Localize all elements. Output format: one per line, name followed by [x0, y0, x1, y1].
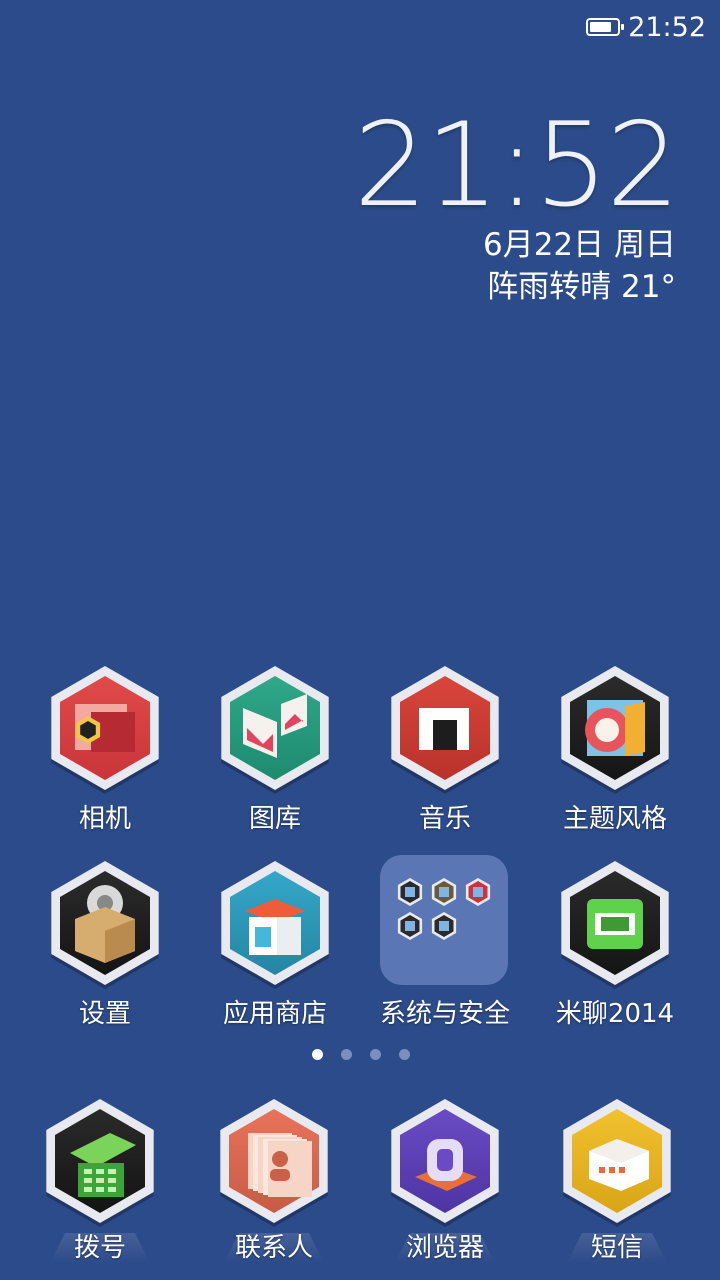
music-icon — [385, 660, 505, 798]
app-music[interactable]: 音乐 — [360, 660, 530, 840]
clock-time: 21:52 — [353, 98, 680, 233]
app-label: 米聊2014 — [555, 999, 675, 1029]
app-label: 拨号 — [73, 1233, 126, 1263]
status-time: 21:52 — [628, 11, 706, 43]
gallery-icon — [215, 660, 335, 798]
folder-mini-app-icon — [431, 878, 457, 906]
folder-icon — [370, 855, 520, 993]
app-store[interactable]: 应用商店 — [190, 855, 360, 1035]
app-gallery[interactable]: 图库 — [190, 660, 360, 840]
page-indicator[interactable] — [0, 1049, 720, 1060]
app-label: 浏览器 — [405, 1233, 484, 1263]
app-camera[interactable]: 相机 — [20, 660, 190, 840]
dock-messages[interactable]: 短信 — [532, 1093, 702, 1280]
browser-icon — [385, 1093, 505, 1231]
contacts-icon — [214, 1093, 334, 1231]
clock-widget[interactable]: 21:52 6月22日 周日 阵雨转晴 21° — [353, 98, 680, 308]
app-label: 应用商店 — [222, 999, 327, 1029]
dock-contacts[interactable]: 联系人 — [189, 1093, 359, 1280]
app-miliao[interactable]: 米聊2014 — [530, 855, 700, 1035]
app-store-icon — [215, 855, 335, 993]
folder-system-security[interactable]: 系统与安全 — [360, 855, 530, 1035]
folder-label: 系统与安全 — [379, 999, 510, 1029]
camera-icon — [45, 660, 165, 798]
settings-icon — [45, 855, 165, 993]
app-label: 主题风格 — [562, 804, 667, 834]
dock-browser[interactable]: 浏览器 — [360, 1093, 530, 1280]
app-label: 短信 — [590, 1233, 643, 1263]
app-row: 相机 图库 音乐 主题风格 — [0, 660, 720, 840]
page-dot[interactable] — [311, 1049, 323, 1060]
app-label: 联系人 — [234, 1233, 313, 1263]
app-label: 音乐 — [418, 804, 471, 834]
app-label: 设置 — [78, 999, 131, 1029]
page-dot[interactable] — [369, 1049, 381, 1060]
dock: 拨号 联系人 浏览器 短信 — [0, 1093, 720, 1280]
miliao-icon — [555, 855, 675, 993]
battery-icon — [586, 18, 625, 36]
dock-phone[interactable]: 拨号 — [15, 1093, 185, 1280]
page-dot[interactable] — [398, 1049, 410, 1060]
app-row: 设置 应用商店 系统与安全 米聊2014 — [0, 855, 720, 1035]
app-label: 相机 — [78, 804, 131, 834]
folder-mini-app-icon — [397, 878, 423, 906]
folder-mini-app-icon — [431, 912, 457, 940]
app-label: 图库 — [248, 804, 301, 834]
status-bar: 21:52 — [586, 8, 706, 46]
theme-icon — [555, 660, 675, 798]
folder-mini-app-icon — [397, 912, 423, 940]
weather-text: 阵雨转晴 21° — [487, 269, 676, 305]
messages-icon — [557, 1093, 677, 1231]
phone-icon — [40, 1093, 160, 1231]
folder-mini-app-icon — [465, 878, 491, 906]
page-dot[interactable] — [340, 1049, 352, 1060]
app-theme[interactable]: 主题风格 — [530, 660, 700, 840]
app-settings[interactable]: 设置 — [20, 855, 190, 1035]
